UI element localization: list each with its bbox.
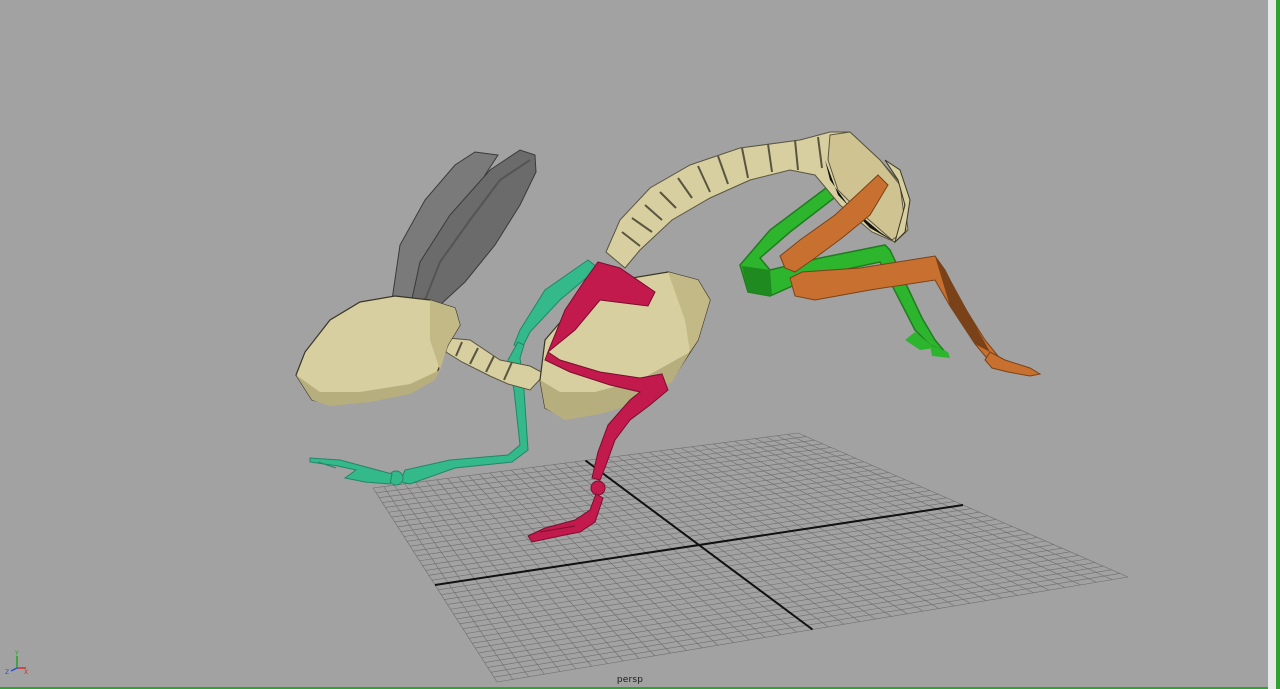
camera-label: persp bbox=[616, 675, 644, 685]
axis-gizmo: Y X Z bbox=[5, 650, 28, 675]
axis-y-label: Y bbox=[14, 650, 19, 657]
ears[interactable] bbox=[391, 149, 537, 309]
viewport-border-right bbox=[1268, 0, 1280, 689]
scene-view[interactable] bbox=[0, 0, 1268, 689]
perspective-viewport[interactable]: Y X Z persp bbox=[0, 0, 1268, 689]
neck[interactable] bbox=[445, 337, 546, 391]
head[interactable] bbox=[295, 295, 461, 406]
ground-grid bbox=[372, 432, 1129, 683]
